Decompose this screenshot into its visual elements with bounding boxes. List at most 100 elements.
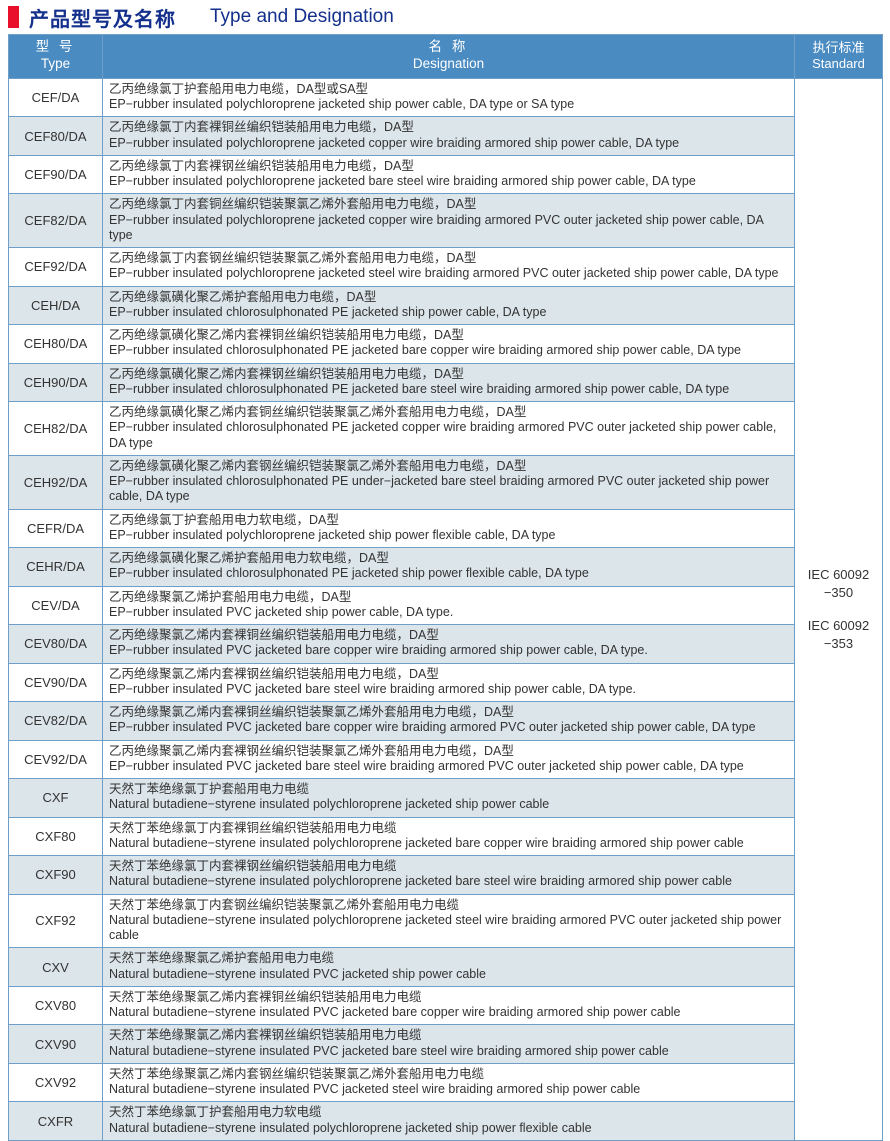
column-header-designation-en: Designation xyxy=(412,55,485,71)
table-row: CEHR/DA 乙丙绝缘氯磺化聚乙烯护套船用电力软电缆，DA型 EP−rubber … xyxy=(8,547,883,587)
designation-cn: 乙丙绝缘氯磺化聚乙烯内套钢丝编织铠装聚氯乙烯外套船用电力电缆，DA型 xyxy=(109,458,527,473)
standard-line-1: IEC 60092 xyxy=(807,567,870,583)
cell-designation: 天然丁苯绝缘氯丁护套船用电力电缆 Natural butadiene−styren… xyxy=(102,778,795,818)
cell-designation: 天然丁苯绝缘聚氯乙烯内套裸钢丝编织铠装船用电力电缆 Natural butadie… xyxy=(102,1024,795,1064)
table-row: CEF/DA 乙丙绝缘氯丁护套船用电力电缆，DA型或SA型 EP−rubber in… xyxy=(8,77,883,1141)
column-header-standard-cn: 执行标准 xyxy=(812,39,865,55)
table-row: CEH82/DA 乙丙绝缘氯磺化聚乙烯内套铜丝编织铠装聚氯乙烯外套船用电力电缆，D… xyxy=(8,401,883,456)
table-row: CEV80/DA 乙丙绝缘聚氯乙烯内套裸铜丝编织铠装船用电力电缆，DA型 EP−ru… xyxy=(8,624,883,664)
cell-type: CEF90/DA xyxy=(8,154,103,195)
cell-designation: 乙丙绝缘氯丁护套船用电力电缆，DA型或SA型 EP−rubber insulate… xyxy=(102,77,795,118)
designation-cn: 天然丁苯绝缘氯丁内套钢丝编织铠装聚氯乙烯外套船用电力电缆 xyxy=(109,897,460,912)
column-header-type: 型 号 Type xyxy=(8,34,103,79)
table-row: CXF 天然丁苯绝缘氯丁护套船用电力电缆 Natural butadiene−sty… xyxy=(8,778,883,818)
table-row: CEV90/DA 乙丙绝缘聚氯乙烯内套裸钢丝编织铠装船用电力电缆，DA型 EP−ru… xyxy=(8,662,883,702)
page-title-bar: 产品型号及名称 Type and Designation xyxy=(0,0,890,34)
cell-designation: 乙丙绝缘聚氯乙烯内套裸钢丝编织铠装聚氯乙烯外套船用电力电缆，DA型 EP−rubb… xyxy=(102,739,795,779)
designation-cn: 乙丙绝缘氯磺化聚乙烯护套船用电力软电缆，DA型 xyxy=(109,551,389,565)
table-row: CEH80/DA 乙丙绝缘氯磺化聚乙烯内套裸铜丝编织铠装船用电力电缆，DA型 EP−… xyxy=(8,324,883,364)
standard-line-2: −350 xyxy=(823,584,854,600)
designation-en: Natural butadiene−styrene insulated poly… xyxy=(109,835,744,850)
designation-en: EP−rubber insulated PVC jacketed bare co… xyxy=(109,720,756,735)
designation-en: Natural butadiene−styrene insulated PVC … xyxy=(109,1043,669,1058)
designation-cn: 乙丙绝缘聚氯乙烯内套裸钢丝编织铠装聚氯乙烯外套船用电力电缆，DA型 xyxy=(109,743,514,758)
column-header-designation: 名 称 Designation xyxy=(102,34,795,79)
cell-designation: 天然丁苯绝缘氯丁护套船用电力软电缆 Natural butadiene−styre… xyxy=(102,1101,795,1141)
table-body: CEF/DA 乙丙绝缘氯丁护套船用电力电缆，DA型或SA型 EP−rubber in… xyxy=(8,77,883,1141)
designation-en: EP−rubber insulated polychloroprene jack… xyxy=(109,135,680,150)
designation-cn: 天然丁苯绝缘聚氯乙烯护套船用电力电缆 xyxy=(109,951,335,966)
designation-en: EP−rubber insulated chlorosulphonated PE… xyxy=(109,566,589,581)
designation-en: EP−rubber insulated PVC jacketed bare st… xyxy=(109,681,637,696)
cell-designation: 乙丙绝缘氯磺化聚乙烯内套裸铜丝编织铠装船用电力电缆，DA型 EP−rubber i… xyxy=(102,324,795,364)
designation-en: EP−rubber insulated chlorosulphonated PE… xyxy=(109,304,547,319)
cell-designation: 天然丁苯绝缘聚氯乙烯内套钢丝编织铠装聚氯乙烯外套船用电力电缆 Natural bu… xyxy=(102,1062,795,1103)
designation-en: Natural butadiene−styrene insulated poly… xyxy=(109,1120,592,1135)
title-marker-icon xyxy=(8,6,19,28)
designation-en: Natural butadiene−styrene insulated PVC … xyxy=(109,1005,681,1019)
designation-en: EP−rubber insulated chlorosulphonated PE… xyxy=(109,381,730,396)
designation-cn: 天然丁苯绝缘聚氯乙烯内套裸钢丝编织铠装船用电力电缆 xyxy=(109,1028,422,1043)
cell-designation: 乙丙绝缘氯磺化聚乙烯内套钢丝编织铠装聚氯乙烯外套船用电力电缆，DA型 EP−rub… xyxy=(102,454,795,510)
cell-type: CXV80 xyxy=(8,985,103,1026)
table-header-row: 型 号 Type 名 称 Designation 执行标准 Standard xyxy=(8,34,883,79)
column-header-standard: 执行标准 Standard xyxy=(794,34,883,79)
designation-en: Natural butadiene−styrene insulated PVC … xyxy=(109,966,486,981)
designation-en: Natural butadiene−styrene insulated poly… xyxy=(109,874,732,889)
cell-designation: 乙丙绝缘聚氯乙烯护套船用电力电缆，DA型 EP−rubber insulated … xyxy=(102,585,795,625)
cell-designation: 乙丙绝缘聚氯乙烯内套裸铜丝编织铠装船用电力电缆，DA型 EP−rubber ins… xyxy=(102,624,795,664)
table-row: CEF90/DA 乙丙绝缘氯丁内套裸钢丝编织铠装船用电力电缆，DA型 EP−rubb… xyxy=(8,154,883,195)
table-row: CEH/DA 乙丙绝缘氯磺化聚乙烯护套船用电力电缆，DA型 EP−rubber in… xyxy=(8,285,883,325)
cell-type: CEHR/DA xyxy=(8,547,103,587)
cell-type: CEH80/DA xyxy=(8,324,103,364)
designation-en: EP−rubber insulated PVC jacketed bare st… xyxy=(109,758,744,773)
cell-designation: 乙丙绝缘氯磺化聚乙烯护套船用电力软电缆，DA型 EP−rubber insulat… xyxy=(102,547,795,587)
cell-designation: 乙丙绝缘氯磺化聚乙烯内套裸钢丝编织铠装船用电力电缆，DA型 EP−rubber i… xyxy=(102,362,795,402)
cell-designation: 乙丙绝缘氯丁内套铜丝编织铠装聚氯乙烯外套船用电力电缆，DA型 EP−rubber … xyxy=(102,193,795,248)
designation-cn: 天然丁苯绝缘氯丁护套船用电力电缆 xyxy=(109,782,310,796)
standard-line-4: −353 xyxy=(823,635,854,651)
designation-cn: 乙丙绝缘氯丁内套钢丝编织铠装聚氯乙烯外套船用电力电缆，DA型 xyxy=(109,251,477,265)
designation-cn: 乙丙绝缘氯磺化聚乙烯内套裸钢丝编织铠装船用电力电缆，DA型 xyxy=(109,366,464,381)
designation-cn: 乙丙绝缘氯丁内套裸铜丝编织铠装船用电力电缆，DA型 xyxy=(109,120,414,135)
table-row: CEH90/DA 乙丙绝缘氯磺化聚乙烯内套裸钢丝编织铠装船用电力电缆，DA型 EP−… xyxy=(8,362,883,402)
cell-type: CXF90 xyxy=(8,855,103,895)
designation-en: EP−rubber insulated PVC jacketed bare co… xyxy=(109,643,648,658)
designation-en: EP−rubber insulated polychloroprene jack… xyxy=(109,97,575,111)
table-row: CEV/DA 乙丙绝缘聚氯乙烯护套船用电力电缆，DA型 EP−rubber insu… xyxy=(8,585,883,625)
designation-en: EP−rubber insulated PVC jacketed ship po… xyxy=(109,604,454,619)
cell-designation: 乙丙绝缘氯磺化聚乙烯内套铜丝编织铠装聚氯乙烯外套船用电力电缆，DA型 EP−rub… xyxy=(102,401,795,456)
cell-type: CXF xyxy=(8,778,103,818)
designation-cn: 乙丙绝缘氯磺化聚乙烯护套船用电力电缆，DA型 xyxy=(109,289,377,304)
table-row: CEV82/DA 乙丙绝缘聚氯乙烯内套裸铜丝编织铠装聚氯乙烯外套船用电力电缆，DA… xyxy=(8,701,883,741)
designation-cn: 天然丁苯绝缘聚氯乙烯内套裸铜丝编织铠装船用电力电缆 xyxy=(109,989,422,1004)
cell-type: CEV80/DA xyxy=(8,624,103,664)
designation-en: Natural butadiene−styrene insulated poly… xyxy=(109,912,782,942)
cell-type: CEV92/DA xyxy=(8,739,103,779)
cell-type: CXV90 xyxy=(8,1024,103,1064)
cell-designation: 乙丙绝缘氯丁内套裸铜丝编织铠装船用电力电缆，DA型 EP−rubber insul… xyxy=(102,116,795,156)
cell-designation: 天然丁苯绝缘氯丁内套裸铜丝编织铠装船用电力电缆 Natural butadiene… xyxy=(102,816,795,856)
cell-type: CEV90/DA xyxy=(8,662,103,702)
cell-designation: 乙丙绝缘聚氯乙烯内套裸钢丝编织铠装船用电力电缆，DA型 EP−rubber ins… xyxy=(102,662,795,702)
cell-standard: IEC 60092 −350 IEC 60092 −353 xyxy=(794,77,883,1141)
designation-cn: 乙丙绝缘氯丁护套船用电力电缆，DA型或SA型 xyxy=(109,81,369,96)
cell-type: CEF/DA xyxy=(8,77,103,118)
designation-cn: 乙丙绝缘聚氯乙烯护套船用电力电缆，DA型 xyxy=(109,589,352,604)
designation-cn: 乙丙绝缘氯磺化聚乙烯内套裸铜丝编织铠装船用电力电缆，DA型 xyxy=(109,328,464,342)
standard-spacer xyxy=(797,601,880,617)
cell-designation: 天然丁苯绝缘聚氯乙烯内套裸铜丝编织铠装船用电力电缆 Natural butadie… xyxy=(102,985,795,1026)
cell-type: CEH/DA xyxy=(8,285,103,325)
cell-type: CEF82/DA xyxy=(8,193,103,248)
cell-type: CEV/DA xyxy=(8,585,103,625)
designation-cn: 天然丁苯绝缘氯丁内套裸钢丝编织铠装船用电力电缆 xyxy=(109,859,397,873)
page-title-en: Type and Designation xyxy=(210,6,394,27)
table-row: CXF80 天然丁苯绝缘氯丁内套裸铜丝编织铠装船用电力电缆 Natural buta… xyxy=(8,816,883,856)
cell-designation: 天然丁苯绝缘聚氯乙烯护套船用电力电缆 Natural butadiene−styr… xyxy=(102,947,795,987)
column-header-standard-en: Standard xyxy=(812,55,865,71)
table-row: CEF82/DA 乙丙绝缘氯丁内套铜丝编织铠装聚氯乙烯外套船用电力电缆，DA型 EP… xyxy=(8,193,883,248)
table-row: CXF92 天然丁苯绝缘氯丁内套钢丝编织铠装聚氯乙烯外套船用电力电缆 Natural… xyxy=(8,893,883,949)
cell-type: CEFR/DA xyxy=(8,508,103,548)
cell-type: CEF92/DA xyxy=(8,247,103,287)
column-header-type-en: Type xyxy=(40,55,71,71)
